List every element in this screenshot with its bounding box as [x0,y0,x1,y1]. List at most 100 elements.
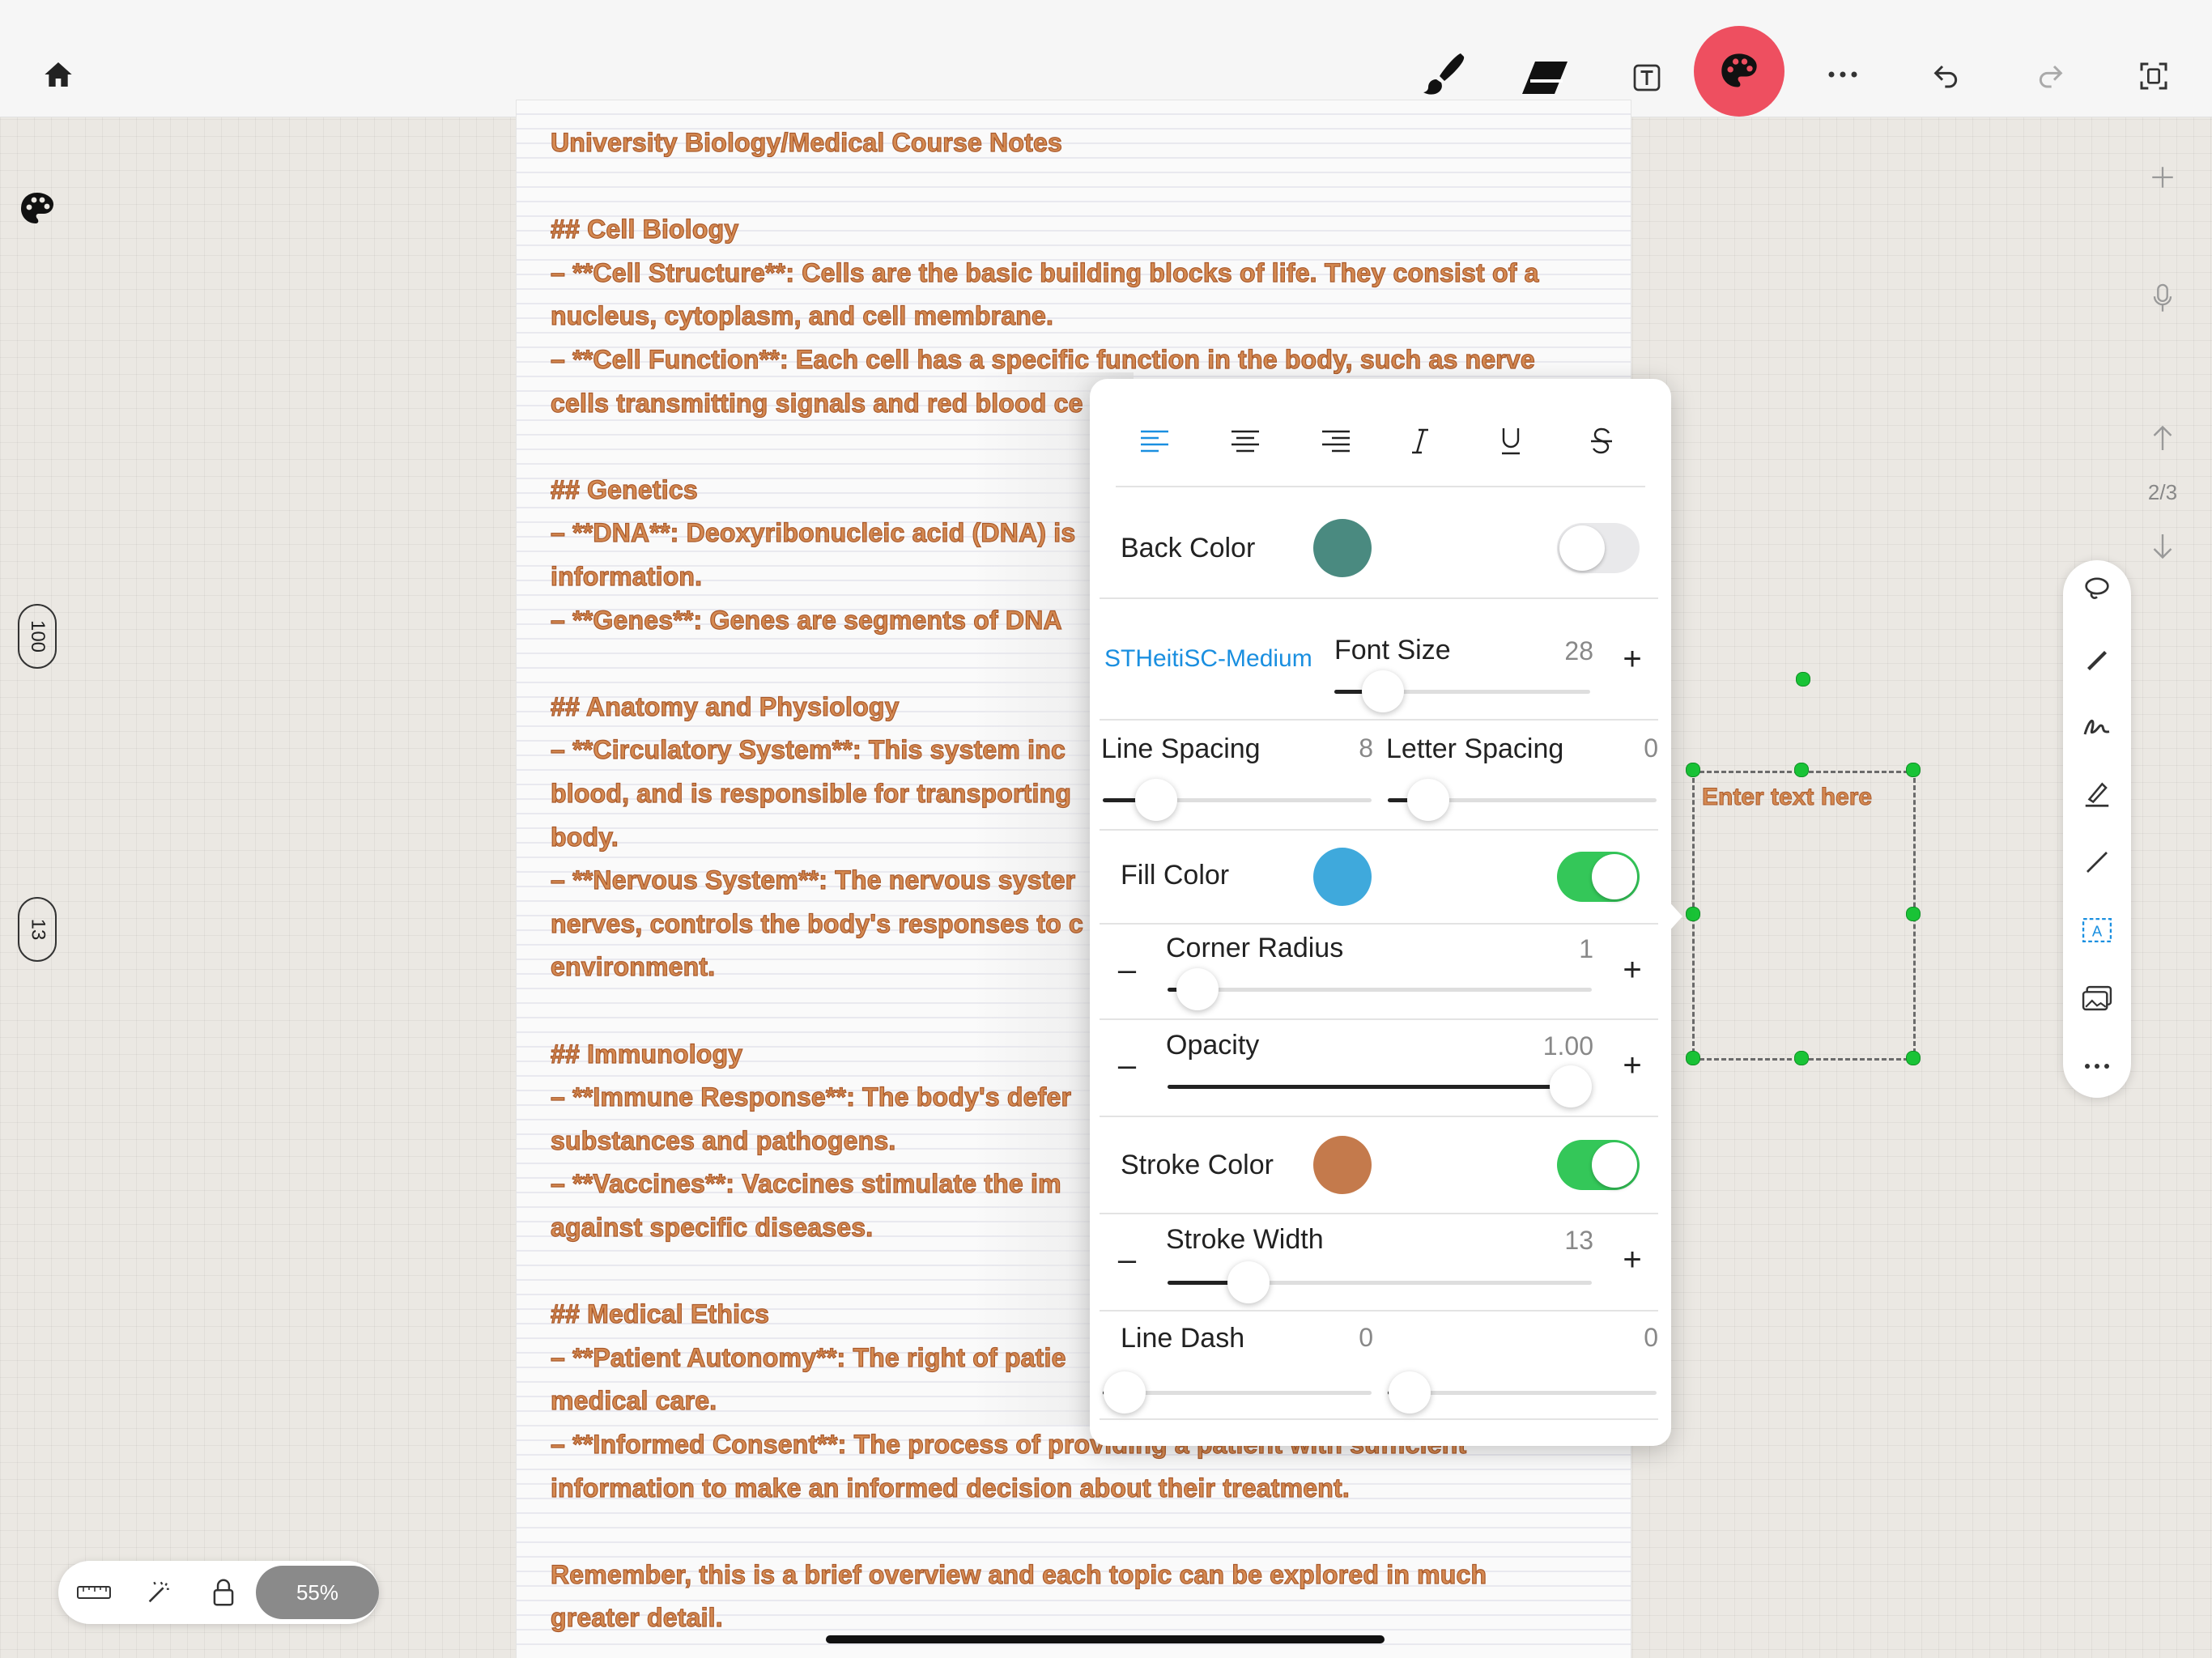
rotate-handle[interactable] [1796,672,1810,687]
resize-handle-tr[interactable] [1906,763,1921,777]
letter-spacing-value: 0 [1644,733,1658,763]
font-size-slider[interactable] [1334,670,1590,712]
palette-side-icon[interactable] [15,186,60,232]
align-center-icon[interactable] [1221,413,1270,470]
corner-radius-decrease-button[interactable]: – [1111,954,1143,986]
note-line: ## Anatomy and Physiology [550,691,900,721]
note-line: ## Genetics [550,474,698,504]
resize-handle-tl[interactable] [1686,763,1700,777]
selected-textbox[interactable] [1692,771,1916,1061]
stroke-color-toggle[interactable] [1557,1140,1640,1190]
note-line: information to make an informed decision… [550,1473,1350,1503]
note-line: substances and pathogens. [550,1125,896,1155]
line-tool-icon[interactable] [2063,834,2131,891]
stroke-size-value: 13 [26,918,49,941]
home-icon[interactable] [32,49,84,100]
opacity-decrease-button[interactable]: – [1111,1049,1143,1082]
microphone-icon[interactable] [2142,278,2183,319]
brush-icon[interactable] [1409,42,1477,107]
note-line: – **Vaccines**: Vaccines stimulate the i… [550,1169,1061,1199]
panel-divider [1100,1018,1658,1020]
text-tool-icon[interactable] [1619,50,1674,105]
signature-icon[interactable] [2063,698,2131,755]
lasso-icon[interactable] [2063,562,2131,619]
note-line: ## Cell Biology [550,215,739,244]
line-dash-slider-a[interactable] [1103,1371,1372,1414]
resize-handle-left[interactable] [1686,907,1700,921]
undo-icon[interactable] [1921,49,1972,100]
lock-icon[interactable] [199,1561,248,1624]
align-left-icon[interactable] [1130,413,1179,470]
highlighter-icon[interactable] [2063,766,2131,823]
slider-thumb[interactable] [1103,1371,1146,1414]
font-size-increase-button[interactable]: + [1616,643,1648,675]
more-icon[interactable] [1817,49,1869,100]
ruler-icon[interactable] [70,1561,118,1624]
image-insert-icon[interactable] [2063,970,2131,1027]
line-dash-slider-b[interactable] [1388,1371,1657,1414]
stroke-width-value: 13 [1564,1226,1593,1255]
underline-icon[interactable] [1487,413,1535,470]
pen-size-value: 100 [26,619,49,653]
note-line: University Biology/Medical Course Notes [550,127,1062,157]
panel-divider [1100,719,1658,721]
align-right-icon[interactable] [1312,413,1360,470]
fill-color-toggle[interactable] [1557,852,1640,902]
fill-color-swatch[interactable] [1313,848,1372,906]
resize-handle-bottom[interactable] [1794,1051,1809,1065]
screen-capture-icon[interactable] [2126,49,2181,104]
slider-thumb[interactable] [1406,779,1449,821]
resize-handle-bl[interactable] [1686,1051,1700,1065]
corner-radius-slider[interactable] [1168,968,1592,1010]
resize-handle-right[interactable] [1906,907,1921,921]
note-line: medical care. [550,1386,717,1416]
slider-thumb[interactable] [1135,779,1178,821]
redo-icon[interactable] [2024,49,2076,100]
slider-thumb[interactable] [1549,1065,1592,1107]
line-spacing-slider[interactable] [1103,779,1372,821]
slider-thumb[interactable] [1227,1261,1270,1303]
rail-more-icon[interactable] [2063,1038,2131,1095]
line-dash-label: Line Dash [1121,1323,1245,1354]
panel-divider [1100,1418,1658,1420]
pen-size-pill[interactable]: 100 [18,604,57,669]
add-page-icon[interactable] [2142,157,2183,198]
stroke-size-pill[interactable]: 13 [18,897,57,962]
stroke-width-increase-button[interactable]: + [1616,1244,1648,1276]
stroke-width-slider[interactable] [1168,1261,1592,1303]
textbox-tool-icon[interactable]: A [2063,902,2131,959]
font-size-label: Font Size [1334,635,1451,665]
opacity-slider[interactable] [1168,1065,1592,1107]
panel-divider [1100,1116,1658,1117]
magic-wand-icon[interactable] [134,1561,183,1624]
strikethrough-icon[interactable] [1577,413,1626,470]
slider-thumb[interactable] [1388,1371,1431,1414]
pen-icon[interactable] [2063,630,2131,687]
palette-button[interactable] [1694,26,1784,117]
panel-divider [1100,597,1658,599]
resize-handle-br[interactable] [1906,1051,1921,1065]
note-line: cells transmitting signals and red blood… [550,388,1083,418]
stroke-width-decrease-button[interactable]: – [1111,1244,1143,1276]
page-down-icon[interactable] [2142,526,2183,567]
stroke-width-label: Stroke Width [1166,1224,1324,1255]
letter-spacing-slider[interactable] [1388,779,1657,821]
stroke-color-label: Stroke Color [1121,1150,1274,1180]
corner-radius-increase-button[interactable]: + [1616,954,1648,986]
note-line: body. [550,822,619,852]
opacity-increase-button[interactable]: + [1616,1049,1648,1082]
stroke-color-swatch[interactable] [1313,1136,1372,1194]
back-color-swatch[interactable] [1313,519,1372,577]
note-line: – **Immune Response**: The body's defer [550,1082,1072,1112]
opacity-label: Opacity [1166,1030,1260,1061]
zoom-level[interactable]: 55% [256,1566,379,1619]
note-line: – **Nervous System**: The nervous syster [550,865,1076,895]
back-color-toggle[interactable] [1557,523,1640,573]
slider-thumb[interactable] [1362,670,1405,712]
slider-thumb[interactable] [1176,968,1219,1010]
resize-handle-top[interactable] [1794,763,1809,777]
page-up-icon[interactable] [2142,418,2183,458]
font-name-button[interactable]: STHeitiSC-Medium [1104,645,1312,673]
italic-icon[interactable] [1396,413,1444,470]
note-line: ## Medical Ethics [550,1299,770,1329]
